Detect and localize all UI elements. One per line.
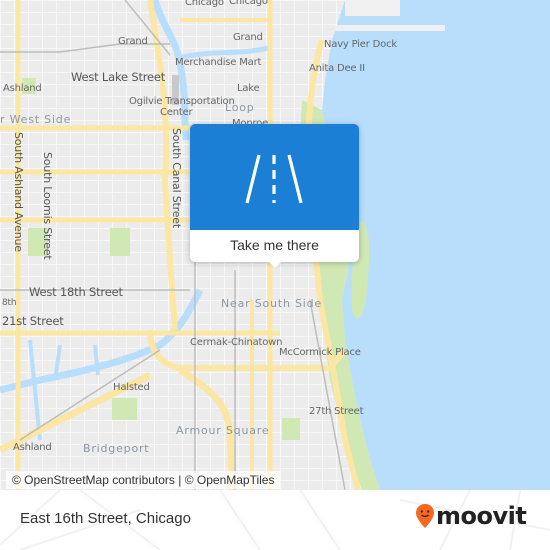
label-grand-west: Grand [118,36,148,47]
label-merchandise-mart: Merchandise Mart [175,57,262,68]
map-attribution[interactable]: © OpenStreetMap contributors | © OpenMap… [6,471,281,489]
label-navy-pier-dock: Navy Pier Dock [324,39,397,50]
map[interactable]: Chicago Chicago Grand Grand Navy Pier Do… [0,0,550,490]
label-ashland-north: Ashland [3,83,42,94]
label-mccormick-place: McCormick Place [279,347,361,358]
label-27th-street: 27th Street [309,406,364,417]
navy-pier [335,25,445,31]
label-near-south-side: Near South Side [221,297,323,310]
label-ogilvie: Ogilvie Transportation [129,96,235,107]
label-west-side: r West Side [0,113,72,126]
footer: East 16th Street, Chicago moovit [0,490,550,550]
popup-header [190,124,359,230]
label-bridgeport: Bridgeport [83,442,150,455]
label-21st-street: 21st Street [2,314,64,328]
label-8th: 8th [2,298,17,308]
label-grand-east: Grand [233,32,263,43]
label-west-lake-street: West Lake Street [71,70,166,84]
moovit-pin-icon [416,504,434,528]
label-ashland-south: Ashland [13,442,52,453]
label-west-18th-street: West 18th Street [29,285,123,299]
label-chicago: Chicago [185,0,224,8]
label-ogilvie-center: Center [160,107,193,118]
label-chicago-2: Chicago [229,0,268,7]
label-lake: Lake [237,83,260,94]
road-icon [245,154,303,204]
label-south-canal-street: South Canal Street [170,128,183,228]
label-anita-dee: Anita Dee II [309,63,365,74]
label-cermak-chinatown: Cermak-Chinatown [190,337,283,348]
label-south-ashland-avenue: South Ashland Avenue [12,132,25,252]
label-armour-square: Armour Square [176,424,270,437]
take-me-there-button[interactable]: Take me there [190,124,359,268]
popup-pointer [267,260,283,268]
take-me-there-label: Take me there [230,237,319,253]
label-loop: Loop [225,101,255,114]
place-name: East 16th Street, Chicago [20,510,191,527]
label-south-loomis-street: South Loomis Street [41,152,54,260]
label-halsted: Halsted [113,382,150,393]
moovit-wordmark: moovit [436,502,527,530]
moovit-logo[interactable]: moovit [415,502,527,530]
